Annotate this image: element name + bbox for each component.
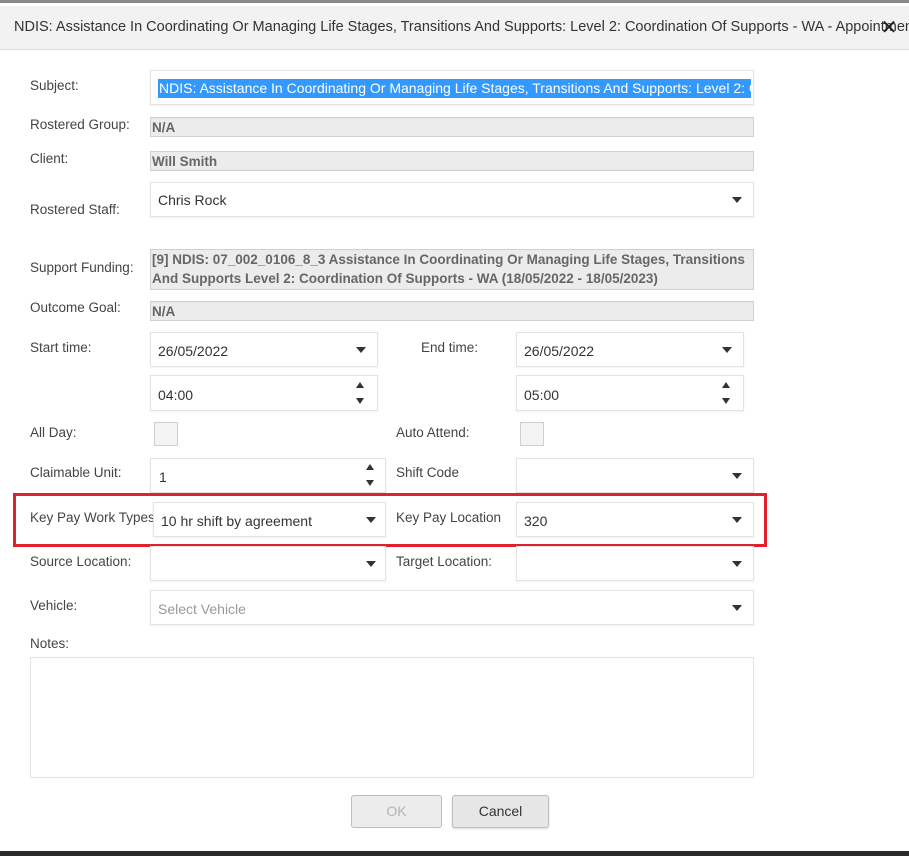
target-location-dropdown[interactable] — [516, 546, 754, 581]
notes-label: Notes: — [30, 636, 70, 651]
client-field: Will Smith — [150, 151, 754, 171]
subject-value: NDIS: Assistance In Coordinating Or Mana… — [158, 79, 751, 98]
shift-code-label: Shift Code — [396, 465, 460, 480]
dialog-titlebar: NDIS: Assistance In Coordinating Or Mana… — [0, 6, 909, 50]
appointment-dialog: NDIS: Assistance In Coordinating Or Mana… — [0, 0, 909, 856]
key-pay-location-label: Key Pay Location — [396, 510, 502, 525]
key-pay-location-dropdown[interactable]: 320 — [516, 502, 754, 537]
outcome-goal-label: Outcome Goal: — [30, 300, 121, 315]
chevron-down-icon — [366, 517, 376, 523]
chevron-down-icon — [732, 561, 742, 567]
subject-label: Subject: — [30, 78, 79, 93]
decrement-icon[interactable] — [722, 398, 730, 404]
support-funding-line2: And Supports Level 2: Coordination Of Su… — [152, 271, 658, 286]
auto-attend-label: Auto Attend: — [396, 425, 470, 440]
chevron-down-icon — [732, 517, 742, 523]
support-funding-line1: [9] NDIS: 07_002_0106_8_3 Assistance In … — [152, 252, 745, 267]
start-time-label: Start time: — [30, 340, 92, 355]
start-time-spinner[interactable]: 04:00 — [150, 375, 378, 411]
end-date-value: 26/05/2022 — [524, 343, 595, 359]
key-pay-work-types-value: 10 hr shift by agreement — [161, 513, 312, 529]
support-funding-label: Support Funding: — [30, 260, 134, 275]
client-label: Client: — [30, 151, 69, 166]
chevron-down-icon[interactable] — [722, 347, 732, 353]
rostered-group-label: Rostered Group: — [30, 117, 130, 132]
outcome-goal-field: N/A — [150, 301, 754, 321]
claimable-unit-spinner[interactable]: 1 — [150, 458, 386, 493]
start-date-value: 26/05/2022 — [158, 343, 229, 359]
rostered-staff-label: Rostered Staff: — [30, 202, 120, 217]
increment-icon[interactable] — [722, 382, 730, 388]
vehicle-placeholder: Select Vehicle — [158, 601, 246, 617]
chevron-down-icon — [732, 473, 742, 479]
decrement-icon[interactable] — [356, 398, 364, 404]
end-time-spinner[interactable]: 05:00 — [516, 375, 744, 411]
ok-button[interactable]: OK — [351, 795, 442, 828]
chevron-down-icon[interactable] — [356, 347, 366, 353]
close-icon[interactable]: ✕ — [879, 18, 899, 38]
start-time-value: 04:00 — [158, 387, 194, 403]
increment-icon[interactable] — [356, 382, 364, 388]
increment-icon[interactable] — [366, 464, 374, 470]
all-day-checkbox[interactable] — [154, 422, 178, 446]
key-pay-location-value: 320 — [524, 513, 548, 529]
chevron-down-icon — [732, 605, 742, 611]
end-time-value: 05:00 — [524, 387, 560, 403]
support-funding-field: [9] NDIS: 07_002_0106_8_3 Assistance In … — [150, 249, 754, 290]
vehicle-dropdown[interactable]: Select Vehicle — [150, 590, 754, 625]
key-pay-work-types-label: Key Pay Work Types — [30, 510, 155, 525]
decrement-icon[interactable] — [366, 480, 374, 486]
source-location-label: Source Location: — [30, 554, 132, 569]
end-date-picker[interactable]: 26/05/2022 — [516, 332, 744, 367]
chevron-down-icon — [732, 197, 742, 203]
window-bottom-edge — [0, 851, 909, 856]
auto-attend-checkbox[interactable] — [520, 422, 544, 446]
end-time-label: End time: — [421, 340, 479, 355]
all-day-label: All Day: — [30, 425, 77, 440]
start-date-picker[interactable]: 26/05/2022 — [150, 332, 378, 367]
rostered-staff-dropdown[interactable]: Chris Rock — [150, 182, 754, 217]
dialog-title: NDIS: Assistance In Coordinating Or Mana… — [14, 19, 909, 35]
shift-code-dropdown[interactable] — [516, 458, 754, 493]
vehicle-label: Vehicle: — [30, 598, 78, 613]
key-pay-work-types-dropdown[interactable]: 10 hr shift by agreement — [153, 502, 386, 537]
rostered-staff-value: Chris Rock — [158, 192, 227, 208]
cancel-button[interactable]: Cancel — [452, 795, 549, 828]
claimable-unit-label: Claimable Unit: — [30, 465, 122, 480]
rostered-group-field: N/A — [150, 117, 754, 137]
claimable-unit-value: 1 — [159, 469, 167, 485]
notes-textarea[interactable] — [30, 657, 754, 778]
chevron-down-icon — [366, 561, 376, 567]
target-location-label: Target Location: — [396, 554, 493, 569]
source-location-dropdown[interactable] — [150, 546, 386, 581]
